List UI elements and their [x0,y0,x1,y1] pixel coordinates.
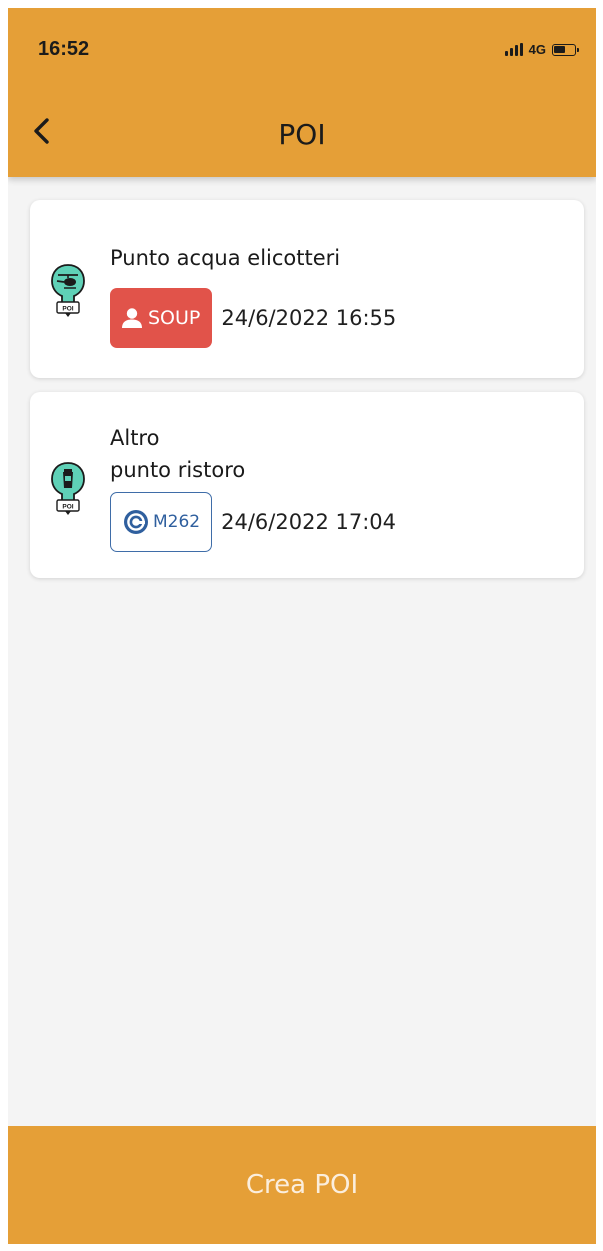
device-chip-label: M262 [153,512,201,532]
refreshment-poi-icon: POI [51,462,85,515]
poi-meta: M262 24/6/2022 17:04 [110,492,396,552]
poi-list-item[interactable]: POI Punto acqua elicotteri SOUP 24/6/202… [30,200,584,378]
app-header: 16:52 4G POI [8,8,596,177]
poi-name-line-2: punto ristoro [110,458,246,482]
page-title: POI [278,118,326,151]
device-chip: M262 [110,492,213,552]
svg-text:POI: POI [62,504,73,511]
poi-name: Altro punto ristoro [110,422,245,486]
poi-name: Punto acqua elicotteri [110,246,341,270]
poi-date: 24/6/2022 16:55 [221,306,397,330]
app-screen: 16:52 4G POI POI Punto acqua elicotteri … [8,8,596,1244]
radio-target-icon [124,510,148,534]
user-chip-label: SOUP [148,307,201,329]
network-label: 4G [528,42,546,57]
user-chip: SOUP [110,288,213,348]
poi-name-line-1: Altro [110,426,160,450]
battery-icon [552,43,579,56]
helicopter-water-poi-icon: POI [51,264,85,317]
status-indicators: 4G [504,42,579,57]
poi-date: 24/6/2022 17:04 [221,510,396,534]
person-icon [122,308,142,328]
create-poi-button[interactable]: Crea POI [8,1126,596,1244]
status-time: 16:52 [38,38,90,60]
create-poi-label: Crea POI [245,1170,359,1200]
poi-list-item[interactable]: POI Altro punto ristoro M262 24/6/2022 1… [30,392,584,578]
svg-text:POI: POI [62,306,73,313]
poi-meta: SOUP 24/6/2022 16:55 [110,288,396,348]
signal-icon [504,43,523,56]
